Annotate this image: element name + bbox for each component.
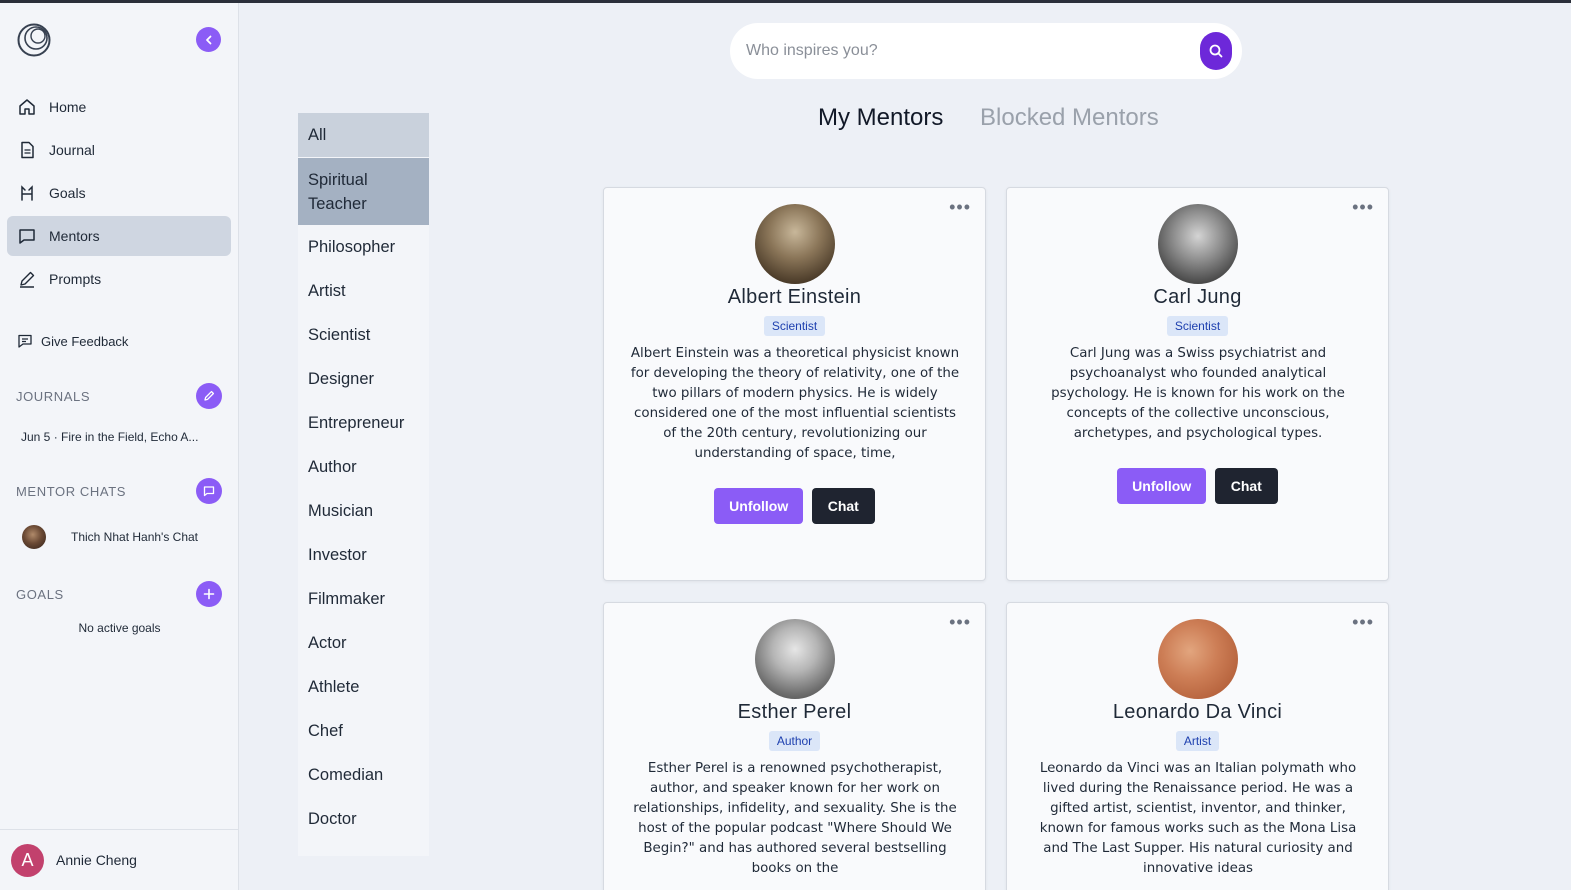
unfollow-button[interactable]: Unfollow xyxy=(714,488,804,524)
sidebar-item-home[interactable]: Home xyxy=(7,87,231,127)
mentor-photo xyxy=(755,204,835,284)
more-options-icon[interactable]: ••• xyxy=(949,198,971,216)
category-designer[interactable]: Designer xyxy=(298,357,429,401)
mentor-chats-heading: MENTOR CHATS xyxy=(16,484,127,499)
category-scientist[interactable]: Scientist xyxy=(298,313,429,357)
category-executive[interactable]: Executive xyxy=(298,841,429,856)
avatar: A xyxy=(11,843,44,877)
category-badge: Scientist xyxy=(1166,316,1229,336)
category-badge: Artist xyxy=(1175,731,1220,751)
goals-heading: GOALS xyxy=(16,587,64,602)
chat-button[interactable]: Chat xyxy=(811,488,875,524)
mentor-description: Albert Einstein was a theoretical physic… xyxy=(630,346,960,461)
sidebar-item-journal[interactable]: Journal xyxy=(7,130,231,170)
give-feedback-label: Give Feedback xyxy=(41,333,129,349)
category-filmmaker[interactable]: Filmmaker xyxy=(298,577,429,621)
document-icon xyxy=(21,141,34,159)
category-doctor[interactable]: Doctor xyxy=(298,797,429,841)
mentor-name: Leonardo Da Vinci xyxy=(1112,701,1283,723)
sidebar: Home Journal Goals Mentors Prompts Give … xyxy=(0,3,239,890)
collapse-sidebar-button[interactable] xyxy=(196,27,221,52)
more-options-icon[interactable]: ••• xyxy=(949,613,971,631)
mentor-actions: Unfollow Chat xyxy=(604,488,985,524)
sidebar-item-label: Prompts xyxy=(49,271,102,287)
mentor-name: Albert Einstein xyxy=(727,286,862,308)
add-goal-button[interactable] xyxy=(196,581,222,607)
sidebar-item-label: Home xyxy=(49,99,87,115)
mentor-photo xyxy=(1158,204,1238,284)
mentor-chat-item[interactable]: Thich Nhat Hanh's Chat xyxy=(22,525,198,549)
new-journal-button[interactable] xyxy=(196,383,222,409)
sidebar-item-label: Mentors xyxy=(49,228,100,244)
mentor-card-jung: ••• Carl Jung Scientist Carl Jung was a … xyxy=(1006,187,1389,581)
mentor-card-perel: ••• Esther Perel Author Esther Perel is … xyxy=(603,602,986,890)
mentor-name: Carl Jung xyxy=(1153,286,1242,308)
no-goals-text: No active goals xyxy=(78,621,161,635)
tab-blocked-mentors[interactable]: Blocked Mentors xyxy=(980,104,1159,132)
user-profile[interactable]: A Annie Cheng xyxy=(0,829,239,890)
home-icon xyxy=(19,99,35,115)
search-button[interactable] xyxy=(1200,32,1232,70)
category-investor[interactable]: Investor xyxy=(298,533,429,577)
sidebar-item-mentors[interactable]: Mentors xyxy=(7,216,231,256)
goals-icon xyxy=(21,185,33,201)
chat-bubble-icon xyxy=(19,229,35,244)
sidebar-item-label: Journal xyxy=(49,142,95,158)
mentor-card-einstein: ••• Albert Einstein Scientist Albert Ein… xyxy=(603,187,986,581)
mentor-photo xyxy=(755,619,835,699)
mentor-chat-label: Thich Nhat Hanh's Chat xyxy=(71,530,199,544)
search-icon xyxy=(1209,44,1223,58)
category-comedian[interactable]: Comedian xyxy=(298,753,429,797)
more-options-icon[interactable]: ••• xyxy=(1352,613,1374,631)
mentor-description: Esther Perel is a renowned psychotherapi… xyxy=(633,761,957,876)
category-actor[interactable]: Actor xyxy=(298,621,429,665)
sidebar-item-goals[interactable]: Goals xyxy=(7,173,231,213)
category-musician[interactable]: Musician xyxy=(298,489,429,533)
category-entrepreneur[interactable]: Entrepreneur xyxy=(298,401,429,445)
sidebar-item-prompts[interactable]: Prompts xyxy=(7,259,231,299)
mentor-description: Leonardo da Vinci was an Italian polymat… xyxy=(1039,761,1357,876)
category-spiritual-teacher[interactable]: Spiritual Teacher xyxy=(298,158,429,225)
journal-entry[interactable]: Jun 5 · Fire in the Field, Echo A... xyxy=(21,430,221,444)
category-philosopher[interactable]: Philosopher xyxy=(298,225,429,269)
mentor-photo xyxy=(1158,619,1238,699)
category-list: All Spiritual Teacher Philosopher Artist… xyxy=(298,113,429,856)
unfollow-button[interactable]: Unfollow xyxy=(1117,468,1207,504)
category-all[interactable]: All xyxy=(298,113,429,157)
category-badge: Author xyxy=(768,731,821,751)
category-chef[interactable]: Chef xyxy=(298,709,429,753)
plus-icon xyxy=(203,588,215,600)
chat-button[interactable]: Chat xyxy=(1214,468,1278,504)
user-name: Annie Cheng xyxy=(56,852,137,868)
category-author[interactable]: Author xyxy=(298,445,429,489)
mentor-name: Esther Perel xyxy=(737,701,852,723)
app-logo[interactable] xyxy=(17,23,51,57)
category-badge: Scientist xyxy=(763,316,826,336)
tab-my-mentors[interactable]: My Mentors xyxy=(818,104,943,132)
mentor-description: Carl Jung was a Swiss psychiatrist and p… xyxy=(1051,346,1345,441)
pencil-icon xyxy=(20,271,35,288)
chevron-left-icon xyxy=(205,35,211,44)
search-input[interactable] xyxy=(746,37,1186,65)
sidebar-nav: Home Journal Goals Mentors Prompts xyxy=(7,87,231,302)
feedback-icon xyxy=(18,334,32,348)
give-feedback-link[interactable]: Give Feedback xyxy=(17,333,128,349)
category-athlete[interactable]: Athlete xyxy=(298,665,429,709)
new-mentor-chat-button[interactable] xyxy=(196,478,222,504)
edit-icon xyxy=(204,390,215,401)
sidebar-item-label: Goals xyxy=(49,185,86,201)
avatar xyxy=(22,525,46,549)
more-options-icon[interactable]: ••• xyxy=(1352,198,1374,216)
mentor-actions: Unfollow Chat xyxy=(1007,468,1388,504)
search-bar xyxy=(730,23,1242,79)
chat-bubble-icon xyxy=(203,486,215,497)
category-artist[interactable]: Artist xyxy=(298,269,429,313)
journals-heading: JOURNALS xyxy=(16,389,91,404)
mentor-card-davinci: ••• Leonardo Da Vinci Artist Leonardo da… xyxy=(1006,602,1389,890)
